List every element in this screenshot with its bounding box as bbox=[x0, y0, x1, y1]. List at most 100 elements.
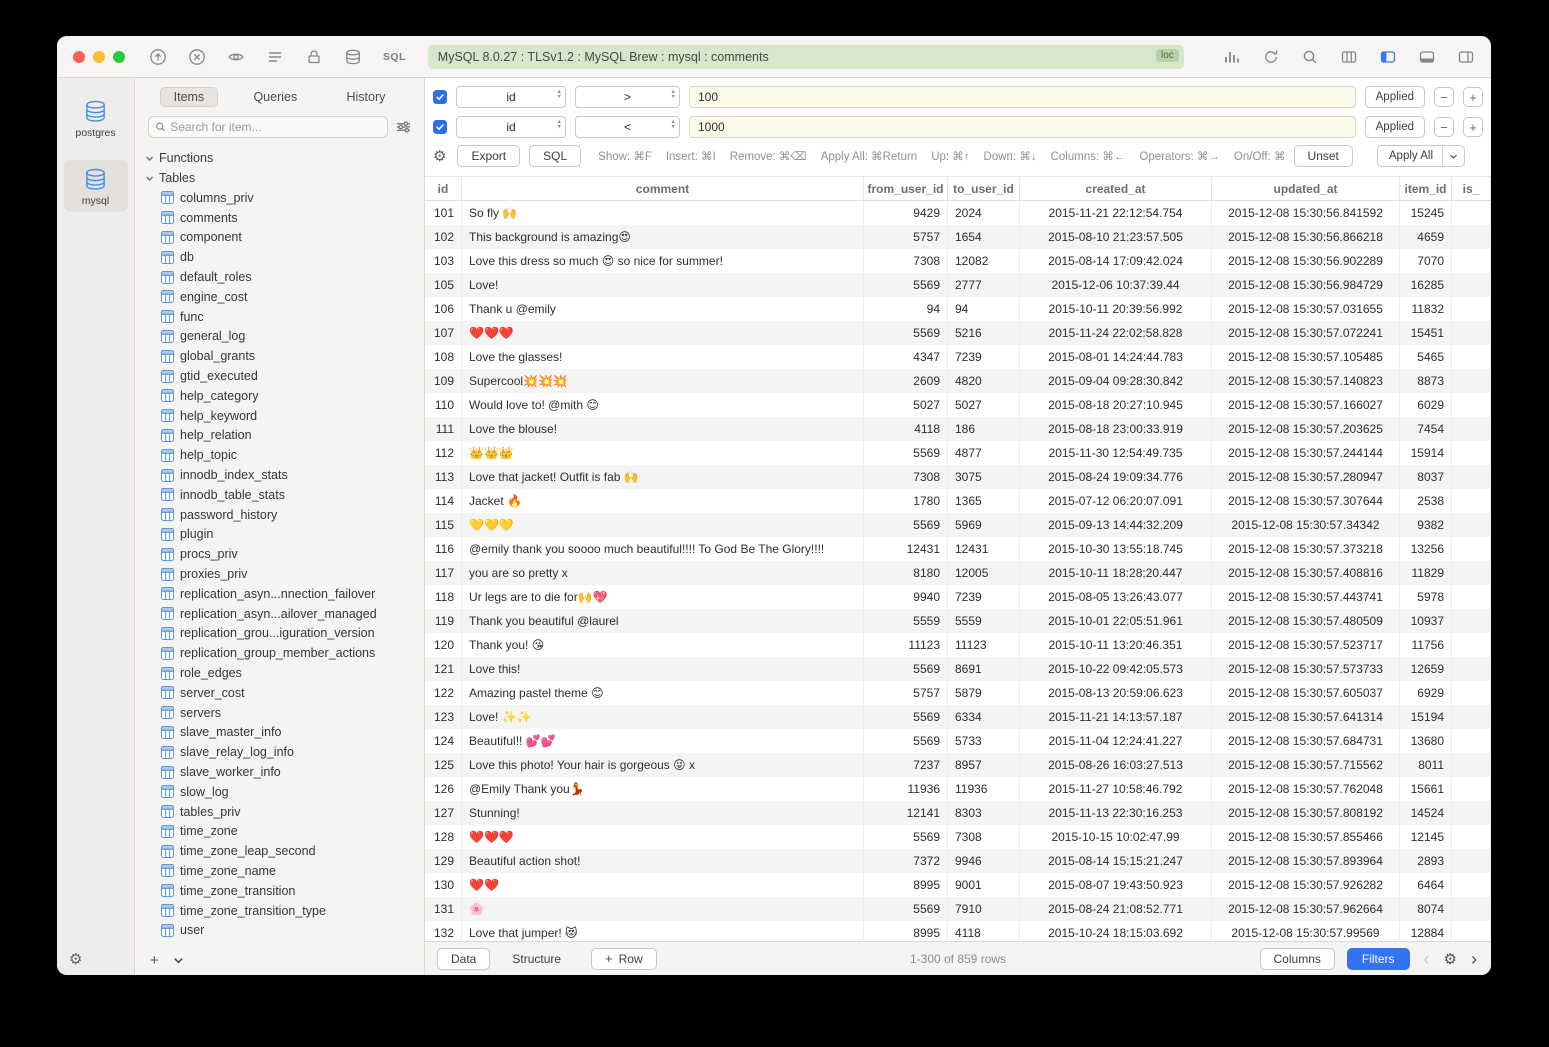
cell-item_id[interactable]: 8037 bbox=[1400, 465, 1452, 489]
cell-updated_at[interactable]: 2015-12-08 15:30:57.280947 bbox=[1212, 465, 1400, 489]
cell-created_at[interactable]: 2015-08-05 13:26:43.077 bbox=[1020, 585, 1212, 609]
cell-to_user_id[interactable]: 5027 bbox=[948, 393, 1020, 417]
cell-id[interactable]: 132 bbox=[425, 921, 462, 941]
cell-comment[interactable]: Amazing pastel theme 😊 bbox=[462, 681, 864, 705]
cell-created_at[interactable]: 2015-11-24 22:02:58.828 bbox=[1020, 321, 1212, 345]
sidebar-table-item[interactable]: time_zone_name bbox=[145, 861, 424, 881]
sidebar-table-item[interactable]: slave_relay_log_info bbox=[145, 742, 424, 762]
cell-id[interactable]: 116 bbox=[425, 537, 462, 561]
cell-comment[interactable]: Love this photo! Your hair is gorgeous 😜… bbox=[462, 753, 864, 777]
sidebar-table-item[interactable]: time_zone_transition_type bbox=[145, 901, 424, 921]
zoom-window-button[interactable] bbox=[113, 51, 125, 63]
cell-to_user_id[interactable]: 186 bbox=[948, 417, 1020, 441]
cell-from_user_id[interactable]: 7308 bbox=[864, 249, 948, 273]
column-header-from_user_id[interactable]: from_user_id bbox=[864, 177, 948, 200]
sidebar-table-item[interactable]: time_zone bbox=[145, 822, 424, 842]
filter-column-select[interactable]: id▲▼ bbox=[456, 116, 566, 138]
search-icon[interactable] bbox=[1301, 48, 1319, 66]
cell-comment[interactable]: @Emily Thank you💃 bbox=[462, 777, 864, 801]
cell-created_at[interactable]: 2015-10-11 20:39:56.992 bbox=[1020, 297, 1212, 321]
lock-icon[interactable] bbox=[305, 48, 323, 66]
cell-from_user_id[interactable]: 8180 bbox=[864, 561, 948, 585]
cell-from_user_id[interactable]: 11123 bbox=[864, 633, 948, 657]
sidebar-table-item[interactable]: tables_priv bbox=[145, 802, 424, 822]
cell-updated_at[interactable]: 2015-12-08 15:30:57.641314 bbox=[1212, 705, 1400, 729]
cell-item_id[interactable]: 11829 bbox=[1400, 561, 1452, 585]
sidebar-table-item[interactable]: role_edges bbox=[145, 663, 424, 683]
sidebar-table-item[interactable]: gtid_executed bbox=[145, 366, 424, 386]
cell-comment[interactable]: 🌸 bbox=[462, 897, 864, 921]
filter-settings-gear-icon[interactable]: ⚙ bbox=[433, 147, 446, 165]
cell-updated_at[interactable]: 2015-12-08 15:30:57.072241 bbox=[1212, 321, 1400, 345]
sidebar-table-item[interactable]: innodb_index_stats bbox=[145, 465, 424, 485]
cell-id[interactable]: 103 bbox=[425, 249, 462, 273]
cell-item_id[interactable]: 10937 bbox=[1400, 609, 1452, 633]
chart-icon[interactable] bbox=[1223, 48, 1241, 66]
cell-updated_at[interactable]: 2015-12-08 15:30:57.443741 bbox=[1212, 585, 1400, 609]
sidebar-table-item[interactable]: general_log bbox=[145, 327, 424, 347]
cell-to_user_id[interactable]: 1654 bbox=[948, 225, 1020, 249]
cell-from_user_id[interactable]: 7237 bbox=[864, 753, 948, 777]
cell-id[interactable]: 131 bbox=[425, 897, 462, 921]
database-icon[interactable] bbox=[344, 48, 362, 66]
cell-updated_at[interactable]: 2015-12-08 15:30:57.605037 bbox=[1212, 681, 1400, 705]
cell-is_[interactable] bbox=[1452, 369, 1491, 393]
column-header-comment[interactable]: comment bbox=[462, 177, 864, 200]
cell-updated_at[interactable]: 2015-12-08 15:30:57.99569 bbox=[1212, 921, 1400, 941]
cell-created_at[interactable]: 2015-09-04 09:28:30.842 bbox=[1020, 369, 1212, 393]
columns-layout-icon[interactable] bbox=[1340, 48, 1358, 66]
filter-column-select[interactable]: id▲▼ bbox=[456, 86, 566, 108]
cell-updated_at[interactable]: 2015-12-08 15:30:56.902289 bbox=[1212, 249, 1400, 273]
cell-created_at[interactable]: 2015-08-18 20:27:10.945 bbox=[1020, 393, 1212, 417]
page-settings-gear-icon[interactable]: ⚙ bbox=[1444, 950, 1457, 968]
cell-id[interactable]: 126 bbox=[425, 777, 462, 801]
column-header-id[interactable]: id bbox=[425, 177, 462, 200]
search-input[interactable] bbox=[170, 120, 381, 134]
cell-comment[interactable]: Stunning! bbox=[462, 801, 864, 825]
sidebar-table-item[interactable]: help_category bbox=[145, 386, 424, 406]
cell-item_id[interactable]: 8074 bbox=[1400, 897, 1452, 921]
cell-is_[interactable] bbox=[1452, 897, 1491, 921]
cell-id[interactable]: 128 bbox=[425, 825, 462, 849]
cell-item_id[interactable]: 13256 bbox=[1400, 537, 1452, 561]
cell-is_[interactable] bbox=[1452, 729, 1491, 753]
cell-to_user_id[interactable]: 11936 bbox=[948, 777, 1020, 801]
cell-updated_at[interactable]: 2015-12-08 15:30:57.573733 bbox=[1212, 657, 1400, 681]
cell-id[interactable]: 113 bbox=[425, 465, 462, 489]
cell-to_user_id[interactable]: 4820 bbox=[948, 369, 1020, 393]
cell-from_user_id[interactable]: 11936 bbox=[864, 777, 948, 801]
tab-queries[interactable]: Queries bbox=[239, 87, 311, 107]
cell-is_[interactable] bbox=[1452, 513, 1491, 537]
add-row-button[interactable]: +Row bbox=[591, 948, 657, 970]
sidebar-table-item[interactable]: help_relation bbox=[145, 426, 424, 446]
sql-editor-button[interactable]: SQL bbox=[383, 51, 406, 63]
cell-updated_at[interactable]: 2015-12-08 15:30:57.962664 bbox=[1212, 897, 1400, 921]
cell-created_at[interactable]: 2015-08-14 15:15:21.247 bbox=[1020, 849, 1212, 873]
cell-created_at[interactable]: 2015-11-21 22:12:54.754 bbox=[1020, 201, 1212, 225]
cell-item_id[interactable]: 12884 bbox=[1400, 921, 1452, 941]
sidebar-table-item[interactable]: procs_priv bbox=[145, 544, 424, 564]
cell-from_user_id[interactable]: 5757 bbox=[864, 681, 948, 705]
tab-history[interactable]: History bbox=[332, 87, 399, 107]
cell-updated_at[interactable]: 2015-12-08 15:30:57.34342 bbox=[1212, 513, 1400, 537]
cell-comment[interactable]: Beautiful!! 💕💕 bbox=[462, 729, 864, 753]
cell-item_id[interactable]: 2538 bbox=[1400, 489, 1452, 513]
cell-updated_at[interactable]: 2015-12-08 15:30:57.715562 bbox=[1212, 753, 1400, 777]
cell-id[interactable]: 111 bbox=[425, 417, 462, 441]
cell-comment[interactable]: Love! bbox=[462, 273, 864, 297]
filter-value-input[interactable] bbox=[689, 116, 1356, 138]
cell-updated_at[interactable]: 2015-12-08 15:30:57.203625 bbox=[1212, 417, 1400, 441]
cell-comment[interactable]: Thank you beautiful @laurel bbox=[462, 609, 864, 633]
unset-button[interactable]: Unset bbox=[1294, 145, 1353, 167]
sql-button[interactable]: SQL bbox=[529, 145, 581, 167]
sidebar-table-item[interactable]: db bbox=[145, 247, 424, 267]
connection-title[interactable]: MySQL 8.0.27 : TLSv1.2 : MySQL Brew : my… bbox=[428, 45, 1184, 69]
cell-comment[interactable]: ❤️❤️❤️ bbox=[462, 825, 864, 849]
cell-updated_at[interactable]: 2015-12-08 15:30:57.140823 bbox=[1212, 369, 1400, 393]
cell-from_user_id[interactable]: 5569 bbox=[864, 441, 948, 465]
cell-comment[interactable]: Love this dress so much 😍 so nice for su… bbox=[462, 249, 864, 273]
cell-comment[interactable]: Love the glasses! bbox=[462, 345, 864, 369]
connection-mysql[interactable]: mysql bbox=[64, 160, 128, 212]
cell-id[interactable]: 124 bbox=[425, 729, 462, 753]
cell-is_[interactable] bbox=[1452, 441, 1491, 465]
